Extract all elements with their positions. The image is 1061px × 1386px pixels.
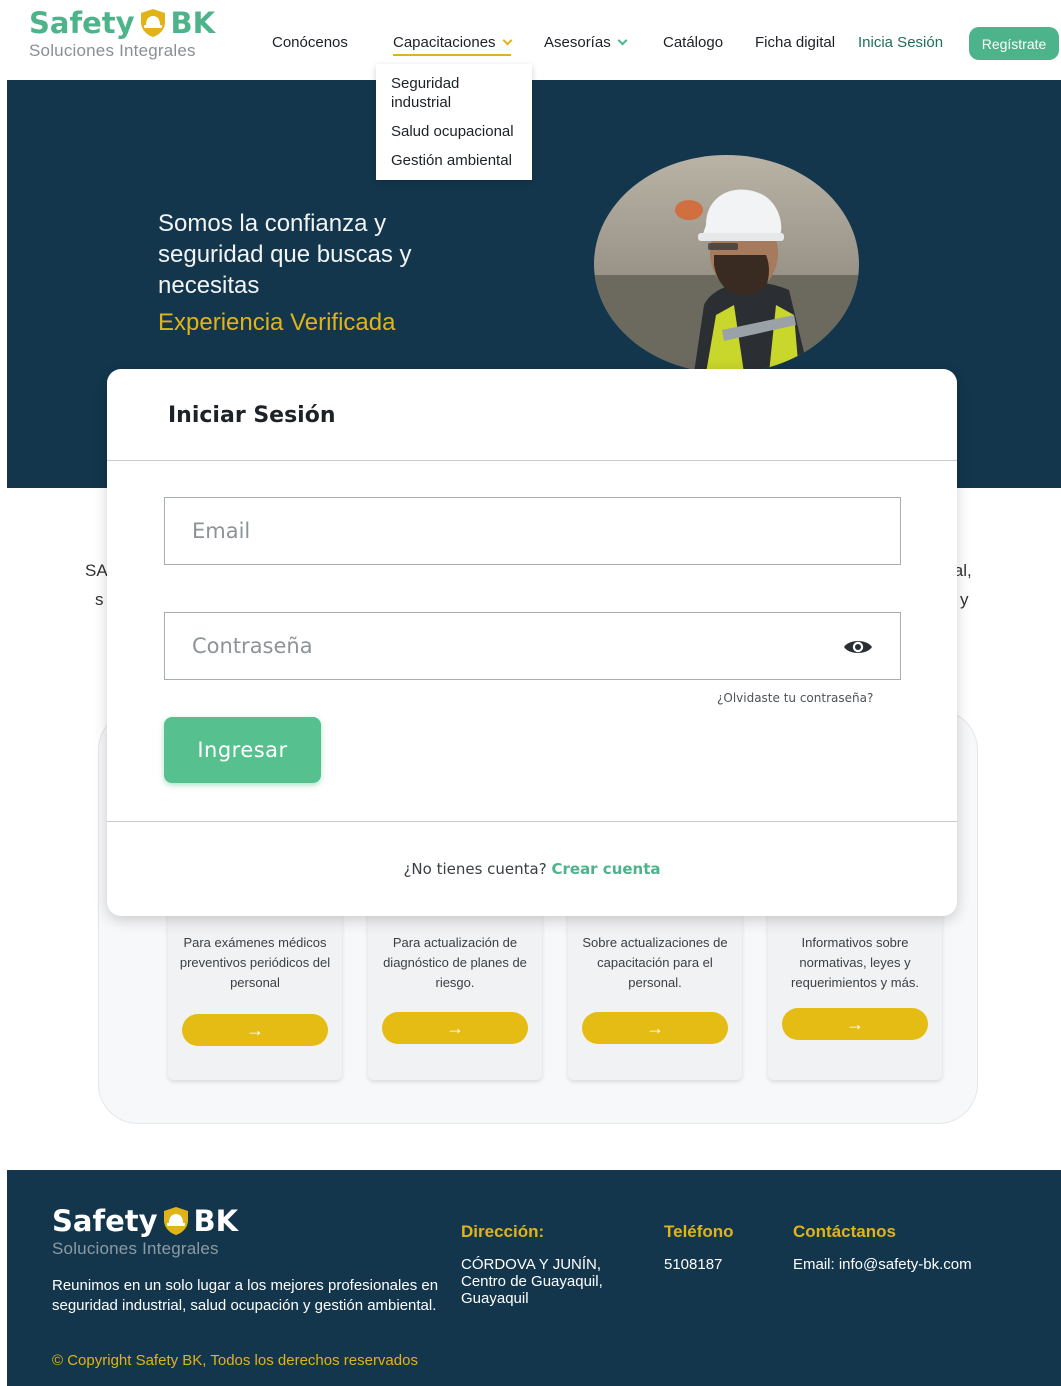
- footer-tagline: Soluciones Integrales: [52, 1239, 219, 1258]
- footer-wordmark: Safety BK: [52, 1204, 238, 1238]
- hero-headline: Somos la confianza y seguridad que busca…: [158, 210, 412, 299]
- password-input[interactable]: [165, 613, 900, 679]
- footer-contact-value[interactable]: Email: info@safety-bk.com: [793, 1256, 972, 1273]
- nav-capacitaciones[interactable]: Capacitaciones: [393, 34, 513, 56]
- footer-brand-left: Safety: [52, 1204, 158, 1238]
- modal-divider: [107, 821, 957, 822]
- chevron-down-icon: [502, 35, 513, 46]
- footer-about: Reunimos en un solo lugar a los mejores …: [52, 1277, 439, 1314]
- footer-phone-heading: Teléfono: [664, 1222, 734, 1241]
- footer-address-value: CÓRDOVA Y JUNÍN, Centro de Guayaquil, Gu…: [461, 1256, 603, 1307]
- email-field: [164, 497, 901, 565]
- email-input[interactable]: [165, 498, 900, 564]
- footer-copyright: © Copyright Safety BK, Todos los derecho…: [52, 1352, 418, 1369]
- shield-helmet-icon: [163, 1207, 188, 1235]
- brand-name-right: BK: [170, 6, 216, 40]
- chevron-down-icon: [617, 35, 628, 46]
- create-account-link[interactable]: Crear cuenta: [551, 860, 660, 878]
- hero-worker-image: [594, 155, 859, 373]
- footer-phone-value[interactable]: 5108187: [664, 1256, 734, 1273]
- brand-name-left: Safety: [29, 6, 135, 40]
- footer-address: Dirección: CÓRDOVA Y JUNÍN, Centro de Gu…: [461, 1222, 603, 1307]
- brand-wordmark: Safety BK: [29, 6, 215, 40]
- footer-contact-heading: Contáctanos: [793, 1222, 896, 1241]
- footer-contact: Contáctanos Email: info@safety-bk.com: [793, 1222, 972, 1273]
- nav-catalogo[interactable]: Catálogo: [663, 34, 723, 51]
- signup-prompt: ¿No tienes cuenta? Crear cuenta: [107, 860, 957, 878]
- modal-divider: [107, 460, 957, 461]
- password-field: [164, 612, 901, 680]
- nav-asesorias-label: Asesorías: [544, 34, 611, 51]
- footer-logo: Safety BK Soluciones Integrales: [52, 1204, 238, 1259]
- nav-capacitaciones-label: Capacitaciones: [393, 34, 496, 51]
- nav-conocenos[interactable]: Conócenos: [272, 34, 348, 51]
- login-modal: Iniciar Sesión ¿Olvidaste tu contraseña?…: [107, 369, 957, 916]
- dropdown-item-seguridad-industrial[interactable]: Seguridad industrial: [376, 70, 532, 118]
- nav-login-link[interactable]: Inicia Sesión: [858, 34, 943, 51]
- brand-tagline: Soluciones Integrales: [29, 41, 196, 60]
- dropdown-item-salud-ocupacional[interactable]: Salud ocupacional: [376, 118, 532, 147]
- nav-asesorias[interactable]: Asesorías: [544, 34, 628, 51]
- footer-address-heading: Dirección:: [461, 1222, 545, 1241]
- eye-icon[interactable]: [843, 637, 873, 657]
- modal-title: Iniciar Sesión: [168, 403, 336, 428]
- hero-accent-text: Experiencia Verificada: [158, 309, 396, 336]
- no-account-text: ¿No tienes cuenta?: [403, 860, 547, 878]
- brand-logo[interactable]: Safety BK Soluciones Integrales: [29, 6, 215, 61]
- forgot-password-link[interactable]: ¿Olvidaste tu contraseña?: [717, 691, 873, 705]
- dropdown-item-gestion-ambiental[interactable]: Gestión ambiental: [376, 147, 532, 176]
- shield-helmet-icon: [140, 9, 165, 37]
- footer-phone: Teléfono 5108187: [664, 1222, 734, 1273]
- site-footer: Safety BK Soluciones Integrales Reunimos…: [7, 1170, 1061, 1386]
- capacitaciones-dropdown: Seguridad industrial Salud ocupacional G…: [376, 64, 532, 180]
- nav-ficha-digital[interactable]: Ficha digital: [755, 34, 835, 51]
- register-button[interactable]: Regístrate: [969, 27, 1059, 60]
- footer-brand-right: BK: [193, 1204, 239, 1238]
- login-submit-button[interactable]: Ingresar: [164, 717, 321, 783]
- top-navbar: Safety BK Soluciones Integrales Conóceno…: [7, 4, 1061, 80]
